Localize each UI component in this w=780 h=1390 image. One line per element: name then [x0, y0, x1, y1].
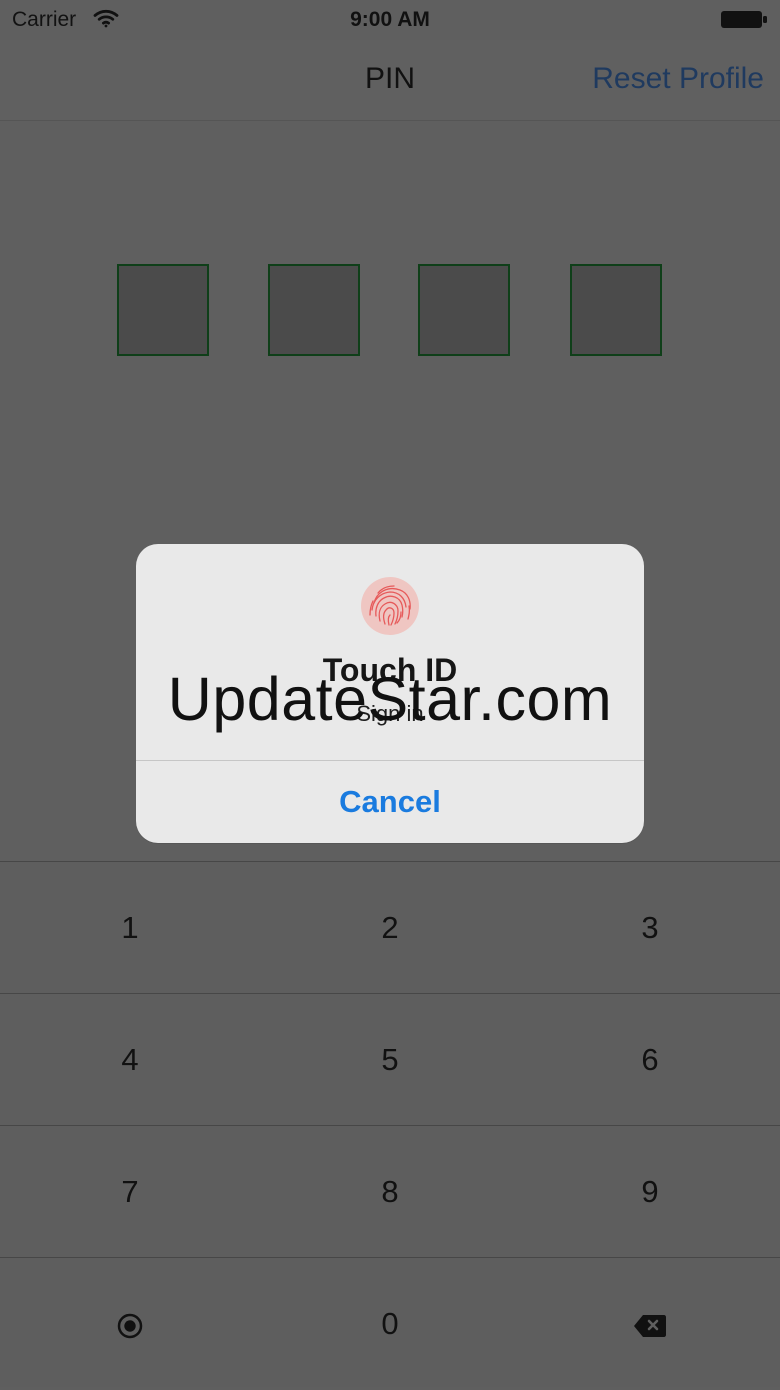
pin-entry-boxes — [0, 264, 780, 359]
battery-icon — [721, 11, 767, 28]
fingerprint-icon — [117, 1313, 143, 1339]
pin-box-3 — [418, 264, 510, 356]
watermark: UpdateStar.com — [167, 665, 613, 733]
key-3[interactable]: 3 — [520, 862, 780, 994]
status-time: 9:00 AM — [350, 8, 430, 31]
pin-box-4 — [570, 264, 662, 356]
key-7[interactable]: 7 — [0, 1126, 260, 1258]
key-4[interactable]: 4 — [0, 994, 260, 1126]
navigation-bar: PIN Reset Profile — [0, 40, 780, 121]
key-8[interactable]: 8 — [260, 1126, 520, 1258]
status-bar: Carrier 9:00 AM — [0, 0, 780, 40]
pin-screen: Carrier 9:00 AM PIN Reset Profile 1 2 3 … — [0, 0, 780, 1387]
backspace-key[interactable] — [520, 1258, 780, 1390]
reset-profile-button[interactable]: Reset Profile — [592, 62, 764, 96]
numeric-keypad: 1 2 3 4 5 6 7 8 9 0 — [0, 861, 780, 1387]
key-0[interactable]: 0 — [260, 1258, 520, 1390]
key-9[interactable]: 9 — [520, 1126, 780, 1258]
fingerprint-icon — [361, 577, 419, 635]
key-6[interactable]: 6 — [520, 994, 780, 1126]
key-2[interactable]: 2 — [260, 862, 520, 994]
pin-box-2 — [268, 264, 360, 356]
cancel-button[interactable]: Cancel — [136, 761, 644, 843]
keypad-row-4: 0 — [0, 1257, 780, 1390]
keypad-row-1: 1 2 3 — [0, 861, 780, 994]
biometric-key[interactable] — [0, 1258, 260, 1390]
pin-box-1 — [117, 264, 209, 356]
keypad-row-2: 4 5 6 — [0, 993, 780, 1126]
key-5[interactable]: 5 — [260, 994, 520, 1126]
backspace-icon — [634, 1314, 666, 1337]
keypad-row-3: 7 8 9 — [0, 1125, 780, 1258]
key-1[interactable]: 1 — [0, 862, 260, 994]
